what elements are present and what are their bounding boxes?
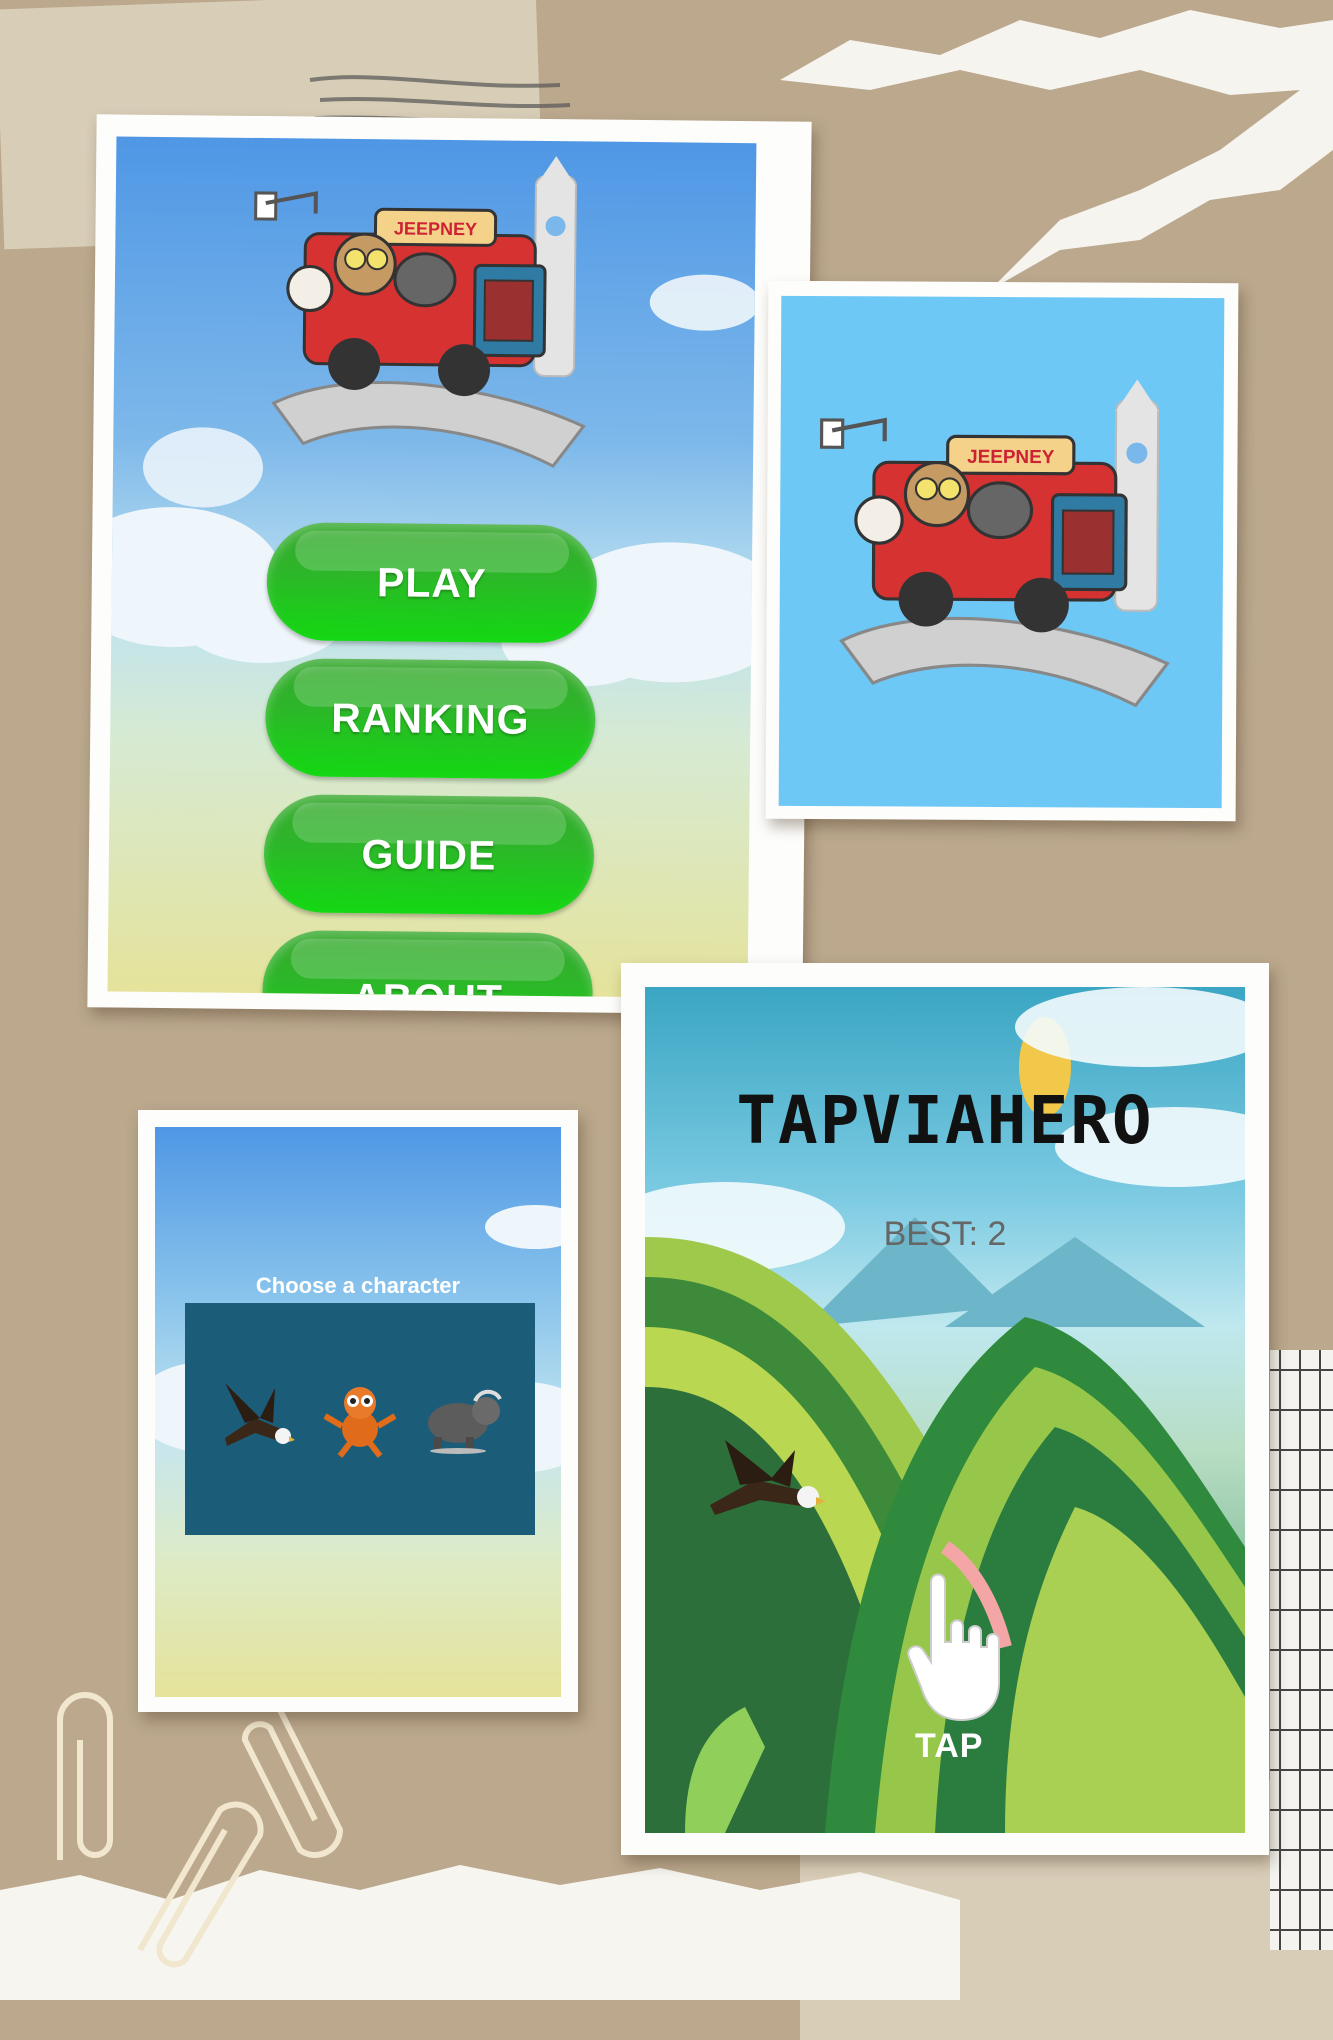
choose-character-heading: Choose a character xyxy=(255,1273,461,1298)
jeepney-logo: JEEPNEY xyxy=(254,156,586,468)
hand-tap-icon[interactable] xyxy=(903,1572,1003,1722)
eagle-icon[interactable] xyxy=(215,1378,295,1458)
carabao-icon[interactable] xyxy=(420,1385,505,1455)
play-button[interactable]: PLAY xyxy=(266,522,598,644)
guide-button-label: GUIDE xyxy=(361,830,497,879)
about-button[interactable]: ABOUT xyxy=(261,930,594,999)
tap-label: TAP xyxy=(915,1727,984,1765)
character-select-screen: Choose a character xyxy=(155,1127,561,1697)
svg-text:JEEPNEY: JEEPNEY xyxy=(967,447,1055,468)
jeepney-logo: JEEPNEY xyxy=(819,379,1170,708)
best-score: BEST: 2 xyxy=(883,1215,1007,1253)
splash-screenshot-card: JEEPNEY xyxy=(765,280,1239,822)
menu-screen: JEEPNEY PLAY RANKING GUIDE ABOUT xyxy=(107,136,757,999)
menu-screenshot-card: JEEPNEY PLAY RANKING GUIDE ABOUT xyxy=(87,114,812,1015)
tarsier-icon[interactable] xyxy=(320,1381,400,1461)
ranking-button[interactable]: RANKING xyxy=(264,658,596,780)
character-panel xyxy=(185,1303,535,1535)
game-title: TAPVIAHERO xyxy=(736,1082,1154,1159)
eagle-icon xyxy=(710,1440,826,1515)
about-button-label: ABOUT xyxy=(352,975,503,999)
splash-screen: JEEPNEY xyxy=(778,295,1225,809)
guide-button[interactable]: GUIDE xyxy=(263,794,595,916)
grid-paper xyxy=(1270,1350,1333,1950)
ranking-button-label: RANKING xyxy=(330,694,530,743)
game-screenshot-card: TAPVIAHERO BEST: 2 TAP xyxy=(621,963,1269,1855)
play-button-label: PLAY xyxy=(376,558,487,606)
svg-text:JEEPNEY: JEEPNEY xyxy=(394,218,477,239)
character-select-card: Choose a character xyxy=(138,1110,578,1712)
torn-paper-top-right xyxy=(780,10,1333,290)
game-screen: TAPVIAHERO BEST: 2 TAP xyxy=(645,987,1245,1833)
